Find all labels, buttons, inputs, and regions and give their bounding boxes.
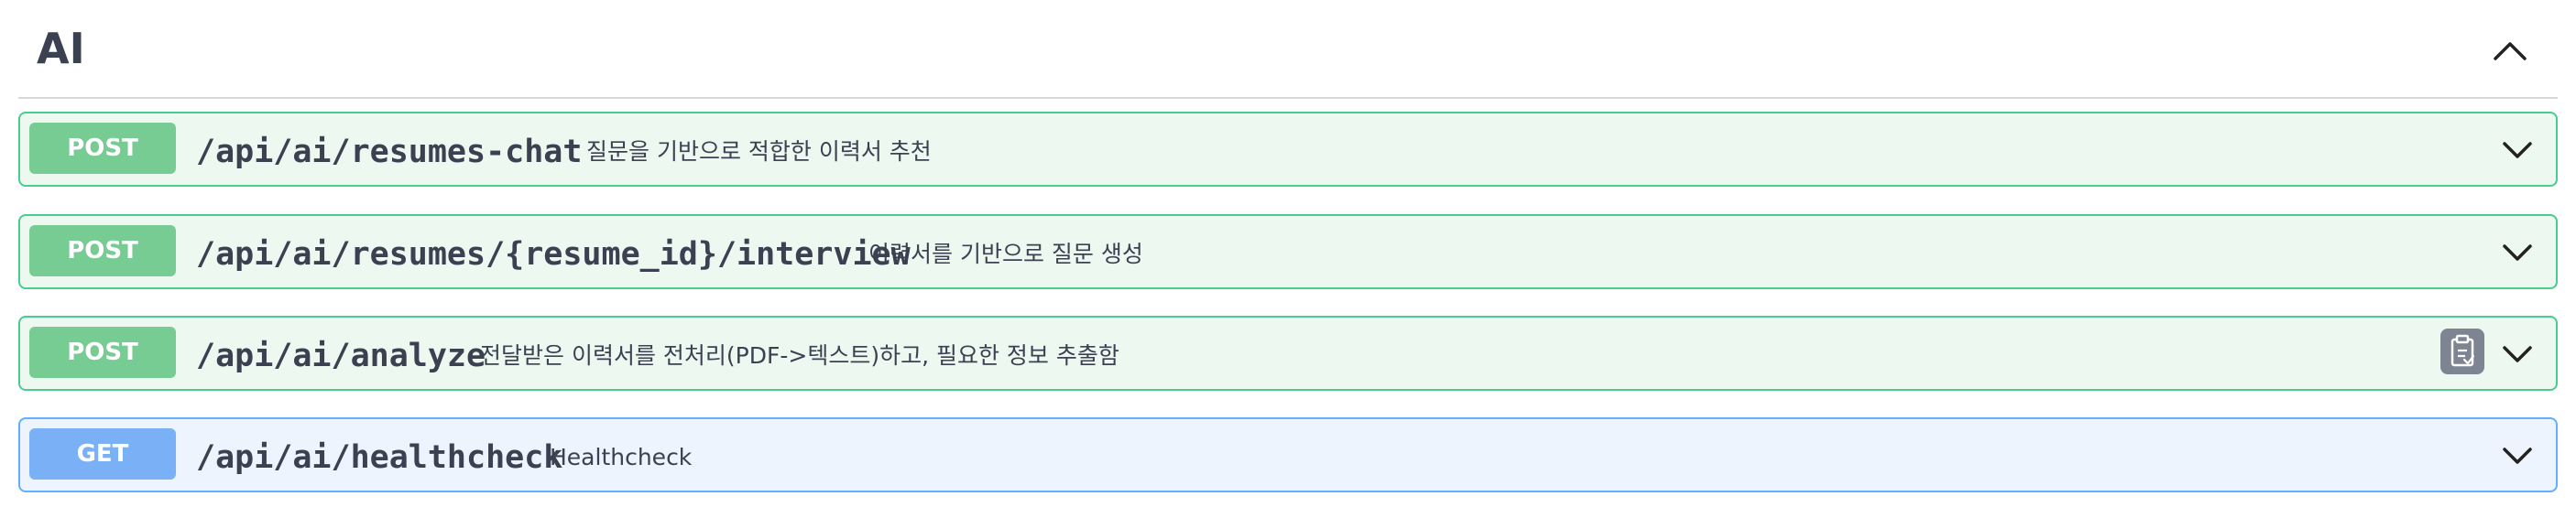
chevron-down-icon[interactable]	[2497, 232, 2538, 273]
operation-path: /api/ai/resumes/{resume_id}/interview	[196, 236, 911, 273]
swagger-tag-section: AI POST /api/ai/resumes-chat 질문을 기반으로 적합…	[0, 0, 2576, 518]
operation-summary: 전달받은 이력서를 전처리(PDF->텍스트)하고, 필요한 정보 추출함	[480, 342, 1119, 369]
method-badge: GET	[29, 428, 176, 480]
method-badge: POST	[29, 327, 176, 378]
operation-summary: 질문을 기반으로 적합한 이력서 추천	[586, 138, 932, 165]
operation-summary: Healthcheck	[550, 444, 693, 470]
method-badge: POST	[29, 123, 176, 174]
section-header[interactable]: AI	[18, 0, 2558, 99]
operation-healthcheck[interactable]: GET /api/ai/healthcheck Healthcheck	[18, 417, 2558, 492]
clipboard-icon[interactable]	[2440, 329, 2484, 374]
operation-analyze[interactable]: POST /api/ai/analyze 전달받은 이력서를 전처리(PDF->…	[18, 316, 2558, 391]
operation-path: /api/ai/analyze	[196, 338, 486, 374]
method-badge: POST	[29, 225, 176, 276]
operation-resumes-chat[interactable]: POST /api/ai/resumes-chat 질문을 기반으로 적합한 이…	[18, 112, 2558, 187]
operation-path: /api/ai/resumes-chat	[196, 134, 583, 170]
chevron-down-icon[interactable]	[2497, 334, 2538, 374]
operation-resume-interview[interactable]: POST /api/ai/resumes/{resume_id}/intervi…	[18, 214, 2558, 289]
operation-path: /api/ai/healthcheck	[196, 439, 563, 476]
chevron-down-icon[interactable]	[2497, 130, 2538, 170]
chevron-down-icon[interactable]	[2497, 436, 2538, 476]
operation-summary: 이력서를 기반으로 질문 생성	[868, 241, 1143, 267]
section-title: AI	[37, 24, 85, 73]
chevron-up-icon[interactable]	[2484, 26, 2536, 77]
